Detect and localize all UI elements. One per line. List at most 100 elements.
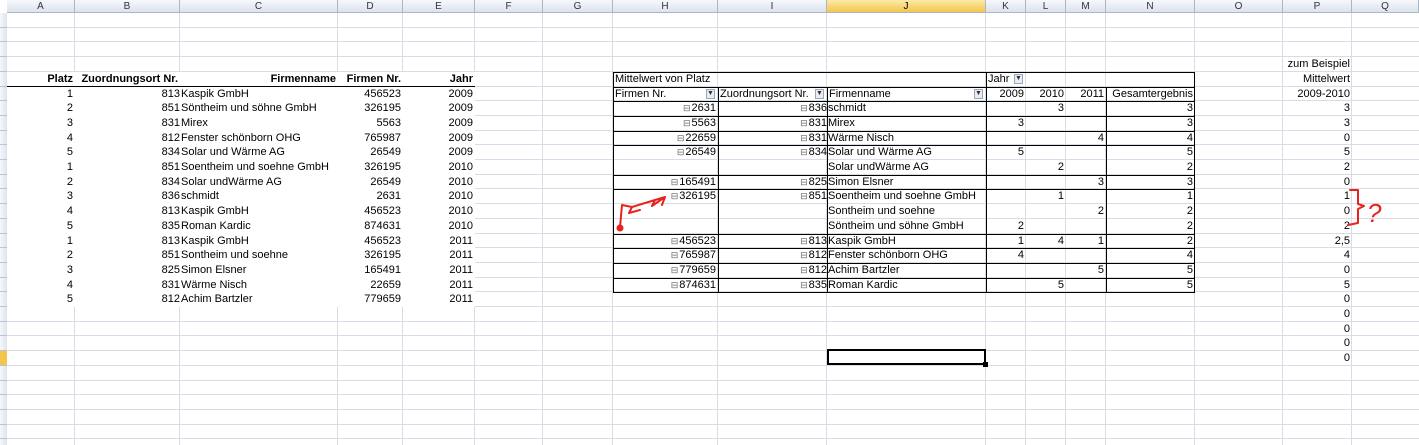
pivot-2010-cell: [1026, 145, 1066, 160]
source-cell: 1: [7, 234, 75, 248]
row-header[interactable]: [0, 189, 7, 204]
column-header-f[interactable]: F: [475, 0, 543, 13]
collapse-icon[interactable]: ⊟: [671, 250, 679, 260]
selected-cell[interactable]: [827, 349, 986, 365]
jahr-filter-button[interactable]: ▼: [1014, 74, 1023, 84]
collapse-icon[interactable]: ⊟: [671, 280, 679, 290]
collapse-icon[interactable]: ⊟: [671, 177, 679, 187]
pivot-firmenname-cell: Solar undWärme AG: [828, 161, 929, 173]
collapse-icon[interactable]: ⊟: [800, 133, 808, 143]
row-header[interactable]: [0, 42, 7, 57]
row-header[interactable]: [0, 204, 7, 219]
fill-handle[interactable]: [983, 362, 988, 367]
pivot-zuordnungsort-value: 813: [808, 235, 827, 247]
row-header[interactable]: [0, 439, 7, 445]
pivot-2011-cell: [1066, 248, 1106, 263]
row-header[interactable]: [0, 234, 7, 248]
row-header[interactable]: [0, 263, 7, 278]
row-header[interactable]: [0, 72, 7, 87]
collapse-icon[interactable]: ⊟: [677, 133, 685, 143]
column-header-p[interactable]: P: [1283, 0, 1352, 13]
zuordnungsort-filter-button[interactable]: ▼: [815, 89, 824, 99]
source-cell: 2011: [403, 278, 475, 292]
row-header[interactable]: [0, 410, 7, 425]
row-header[interactable]: [0, 366, 7, 381]
pivot-firmenname-cell: Achim Bartzler: [828, 264, 900, 276]
company-name-cell: Soentheim und soehne GmbH: [180, 160, 338, 175]
row-header[interactable]: [0, 160, 7, 175]
row-header[interactable]: [0, 292, 7, 307]
collapse-icon[interactable]: ⊟: [671, 191, 679, 201]
firmen-nr-filter-button[interactable]: ▼: [706, 89, 715, 99]
row-header[interactable]: [0, 101, 7, 116]
pivot-firmen-nr-value: 165491: [679, 176, 716, 188]
collapse-icon[interactable]: ⊟: [800, 147, 808, 157]
column-header-h[interactable]: H: [613, 0, 718, 13]
pivot-zuordnungsort-value: 836: [808, 102, 827, 114]
pivot-firmen-nr-value: 2631: [691, 102, 716, 114]
collapse-icon[interactable]: ⊟: [800, 103, 808, 113]
pivot-firmen-nr-value: 456523: [679, 235, 716, 247]
collapse-icon[interactable]: ⊟: [800, 118, 808, 128]
column-header-j[interactable]: J: [827, 0, 986, 13]
pivot-firmen-nr-value: 22659: [685, 132, 716, 144]
row-header[interactable]: [0, 336, 7, 351]
column-header-k[interactable]: K: [986, 0, 1026, 13]
row-header[interactable]: [0, 175, 7, 189]
pivot-2011-cell: [1066, 160, 1106, 175]
source-cell: 2: [7, 248, 75, 263]
row-header[interactable]: [0, 13, 7, 28]
row-header[interactable]: [0, 28, 7, 42]
row-header[interactable]: [0, 116, 7, 131]
row-header[interactable]: [0, 87, 7, 101]
pivot-2009-cell: [986, 160, 1026, 175]
column-header-e[interactable]: E: [403, 0, 475, 13]
column-header-b[interactable]: B: [75, 0, 180, 13]
collapse-icon[interactable]: ⊟: [800, 280, 808, 290]
row-header[interactable]: [0, 145, 7, 160]
source-cell: 2011: [403, 248, 475, 263]
pivot-total-cell: 2: [1186, 161, 1193, 173]
collapse-icon[interactable]: ⊟: [800, 250, 808, 260]
source-cell: 5563: [338, 116, 403, 131]
row-header[interactable]: [0, 248, 7, 263]
column-header-c[interactable]: C: [180, 0, 338, 13]
source-cell: 831: [75, 116, 180, 131]
row-header[interactable]: [0, 307, 7, 322]
collapse-icon[interactable]: ⊟: [800, 265, 808, 275]
row-header[interactable]: [0, 351, 7, 366]
example-value-cell: 4: [1343, 249, 1350, 261]
row-header[interactable]: [0, 395, 7, 410]
column-header-l[interactable]: L: [1026, 0, 1066, 13]
row-header[interactable]: [0, 381, 7, 395]
company-name-cell: Kaspik GmbH: [180, 87, 338, 101]
row-header[interactable]: [0, 219, 7, 234]
collapse-icon[interactable]: ⊟: [671, 236, 679, 246]
column-header-a[interactable]: A: [7, 0, 75, 13]
column-header-q[interactable]: Q: [1352, 0, 1419, 13]
collapse-icon[interactable]: ⊟: [800, 236, 808, 246]
column-header-n[interactable]: N: [1106, 0, 1195, 13]
row-header[interactable]: [0, 278, 7, 292]
row-header[interactable]: [0, 131, 7, 145]
collapse-icon[interactable]: ⊟: [683, 118, 691, 128]
column-header-i[interactable]: I: [718, 0, 827, 13]
collapse-icon[interactable]: ⊟: [800, 191, 808, 201]
row-header[interactable]: [0, 322, 7, 336]
pivot-zuordnungsort-cell: ⊟825: [718, 175, 827, 189]
collapse-icon[interactable]: ⊟: [671, 265, 679, 275]
spreadsheet-grid[interactable]: ABCDEFGHIJKLMNOPQ Platz Zuordnungsort Nr.…: [0, 0, 1419, 445]
collapse-icon[interactable]: ⊟: [683, 103, 691, 113]
pivot-header-y2010: 2010: [1039, 88, 1064, 100]
column-header-d[interactable]: D: [338, 0, 403, 13]
firmenname-filter-button[interactable]: ▼: [974, 89, 983, 99]
row-header[interactable]: [0, 57, 7, 72]
column-header-o[interactable]: O: [1195, 0, 1283, 13]
column-header-g[interactable]: G: [543, 0, 613, 13]
horizontal-gridline: [7, 380, 1419, 381]
row-header[interactable]: [0, 425, 7, 439]
collapse-icon[interactable]: ⊟: [800, 177, 808, 187]
column-header-m[interactable]: M: [1066, 0, 1106, 13]
collapse-icon[interactable]: ⊟: [677, 147, 685, 157]
pivot-2010-cell: 1: [1057, 190, 1064, 202]
